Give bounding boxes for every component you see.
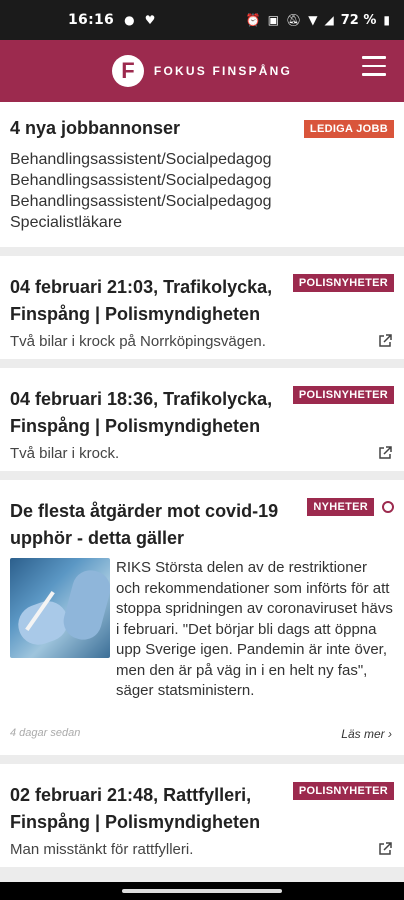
news-image[interactable] bbox=[10, 558, 110, 658]
external-link-icon[interactable] bbox=[378, 334, 392, 348]
news-feed[interactable]: 4 nya jobbannonser LEDIGA JOBB Behandlin… bbox=[0, 102, 404, 882]
brand-logo[interactable]: F FOKUS FINSPÅNG bbox=[111, 55, 293, 87]
job-item[interactable]: Behandlingsassistent/Socialpedagog bbox=[10, 170, 394, 191]
police-news-title: 04 februari 21:03, Trafikolycka, Finspån… bbox=[10, 277, 273, 324]
police-news-desc: Man misstänkt för rattfylleri. bbox=[10, 841, 194, 858]
police-news-badge: POLISNYHETER bbox=[292, 386, 394, 404]
wifi-icon: ▼ bbox=[308, 13, 318, 27]
status-bar: 16:16 ● ♥ ⏰ ▣ 🔕︎ ▼ ◢ 72 % ▮ bbox=[0, 0, 404, 40]
app-header: F FOKUS FINSPÅNG bbox=[0, 40, 404, 102]
heart-icon: ♥ bbox=[144, 13, 156, 27]
job-item[interactable]: Behandlingsassistent/Socialpedagog bbox=[10, 149, 394, 170]
hamburger-menu-icon[interactable] bbox=[362, 56, 386, 78]
location-icon: ● bbox=[124, 13, 135, 27]
external-link-icon[interactable] bbox=[378, 842, 392, 856]
news-article-card[interactable]: De flesta åtgärder mot covid-19 upphör -… bbox=[0, 480, 404, 755]
police-news-desc: Två bilar i krock. bbox=[10, 445, 120, 462]
nfc-icon: ▣ bbox=[267, 13, 280, 27]
police-news-title: 04 februari 18:36, Trafikolycka, Finspån… bbox=[10, 389, 273, 436]
signal-icon: ◢ bbox=[324, 13, 334, 27]
police-news-desc: Två bilar i krock på Norrköpingsvägen. bbox=[10, 333, 266, 350]
police-news-badge: POLISNYHETER bbox=[292, 274, 394, 292]
police-news-card[interactable]: 02 februari 21:48, Rattfylleri, Finspång… bbox=[0, 764, 404, 867]
external-link-icon[interactable] bbox=[378, 446, 392, 460]
jobs-list: Behandlingsassistent/Socialpedagog Behan… bbox=[10, 149, 394, 233]
news-badge: NYHETER bbox=[307, 498, 374, 516]
read-more-link[interactable]: Läs mer › bbox=[341, 727, 392, 741]
battery-level: 72 % bbox=[340, 12, 377, 28]
jobs-card[interactable]: 4 nya jobbannonser LEDIGA JOBB Behandlin… bbox=[0, 102, 404, 247]
news-body: RIKS Största delen av de restriktioner o… bbox=[10, 558, 394, 702]
news-footer: 4 dagar sedan Läs mer › bbox=[10, 727, 392, 741]
home-gesture-pill[interactable] bbox=[122, 889, 282, 893]
alarm-icon: ⏰ bbox=[245, 13, 261, 27]
logo-text: FOKUS FINSPÅNG bbox=[153, 64, 293, 78]
police-news-badge: POLISNYHETER bbox=[292, 782, 394, 800]
job-item[interactable]: Behandlingsassistent/Socialpedagog bbox=[10, 191, 394, 212]
police-news-card[interactable]: 04 februari 18:36, Trafikolycka, Finspån… bbox=[0, 368, 404, 471]
status-time: 16:16 bbox=[68, 12, 115, 28]
battery-icon: ▮ bbox=[383, 13, 390, 27]
news-title: De flesta åtgärder mot covid-19 upphör -… bbox=[10, 501, 279, 548]
unread-dot-icon bbox=[382, 501, 394, 513]
news-age: 4 dagar sedan bbox=[10, 727, 81, 739]
logo-mark: F bbox=[111, 55, 144, 87]
police-news-title: 02 februari 21:48, Rattfylleri, Finspång… bbox=[10, 785, 261, 832]
system-nav-bar bbox=[0, 882, 404, 900]
news-text: RIKS Största delen av de restriktioner o… bbox=[116, 559, 393, 699]
job-item[interactable]: Specialistläkare bbox=[10, 212, 394, 233]
police-news-card[interactable]: 04 februari 21:03, Trafikolycka, Finspån… bbox=[0, 256, 404, 359]
mute-icon: 🔕︎ bbox=[286, 13, 302, 27]
jobs-badge: LEDIGA JOBB bbox=[303, 120, 394, 138]
